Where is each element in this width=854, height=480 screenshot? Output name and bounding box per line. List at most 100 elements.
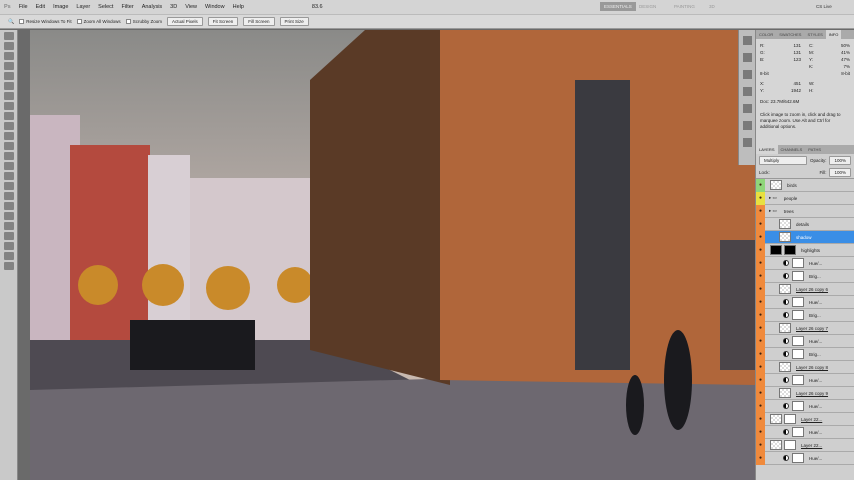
menu-image[interactable]: Image	[53, 4, 68, 10]
layer-row[interactable]: ● birds	[756, 178, 854, 192]
workspace-painting[interactable]: PAINTING	[670, 2, 699, 11]
dock-panel-icon-6[interactable]	[743, 138, 752, 147]
eye-icon[interactable]: ●	[756, 178, 765, 192]
tool-icon-18[interactable]	[4, 212, 14, 220]
layer-row[interactable]: ● ▸ ▭ trees	[756, 204, 854, 218]
layer-row[interactable]: ● Layer 22...	[756, 412, 854, 426]
eye-icon[interactable]: ●	[756, 243, 765, 257]
tool-icon-12[interactable]	[4, 152, 14, 160]
layer-row[interactable]: ● Layer 26 copy 7	[756, 321, 854, 335]
tab-color[interactable]: COLOR	[756, 30, 776, 39]
tab-swatches[interactable]: SWATCHES	[776, 30, 804, 39]
tab-paths[interactable]: PATHS	[805, 145, 824, 154]
tool-icon-16[interactable]	[4, 192, 14, 200]
menu-analysis[interactable]: Analysis	[142, 4, 162, 10]
eye-icon[interactable]: ●	[756, 386, 765, 400]
zoom-tool-icon[interactable]: 🔍	[8, 19, 14, 25]
eye-icon[interactable]: ●	[756, 321, 765, 335]
layer-row[interactable]: ● Hue/...	[756, 295, 854, 309]
eye-icon[interactable]: ●	[756, 256, 765, 270]
menu-3d[interactable]: 3D	[170, 4, 177, 10]
tool-icon-22[interactable]	[4, 252, 14, 260]
layer-row[interactable]: ● highlights	[756, 243, 854, 257]
dock-panel-icon-2[interactable]	[743, 70, 752, 79]
eye-icon[interactable]: ●	[756, 204, 765, 218]
tab-channels[interactable]: CHANNELS	[778, 145, 806, 154]
tool-icon-20[interactable]	[4, 232, 14, 240]
layer-row[interactable]: ● details	[756, 217, 854, 231]
tab-layers[interactable]: LAYERS	[756, 145, 778, 154]
eye-icon[interactable]: ●	[756, 425, 765, 439]
dock-panel-icon-4[interactable]	[743, 104, 752, 113]
tool-icon-5[interactable]	[4, 82, 14, 90]
scrubby-zoom-checkbox[interactable]: Scrubby Zoom	[125, 19, 162, 24]
dock-panel-icon-5[interactable]	[743, 121, 752, 130]
eye-icon[interactable]: ●	[756, 230, 765, 244]
menu-window[interactable]: Window	[205, 4, 225, 10]
eye-icon[interactable]: ●	[756, 360, 765, 374]
layer-row[interactable]: ● Layer 26 copy 9	[756, 386, 854, 400]
tool-icon-21[interactable]	[4, 242, 14, 250]
eye-icon[interactable]: ●	[756, 373, 765, 387]
opacity-input[interactable]: 100%	[829, 156, 851, 165]
tool-icon-1[interactable]	[4, 42, 14, 50]
tool-icon-0[interactable]	[4, 32, 14, 40]
tool-icon-13[interactable]	[4, 162, 14, 170]
menu-select[interactable]: Select	[98, 4, 113, 10]
tool-icon-6[interactable]	[4, 92, 14, 100]
menu-help[interactable]: Help	[233, 4, 244, 10]
actual-pixels-button[interactable]: Actual Pixels	[166, 17, 203, 26]
layer-row[interactable]: ● Layer 22...	[756, 438, 854, 452]
tool-icon-8[interactable]	[4, 112, 14, 120]
dock-panel-icon-0[interactable]	[743, 36, 752, 45]
tool-icon-19[interactable]	[4, 222, 14, 230]
workspace-essentials[interactable]: ESSENTIALS	[600, 2, 636, 11]
eye-icon[interactable]: ●	[756, 412, 765, 426]
layer-row[interactable]: ● Hue/...	[756, 373, 854, 387]
layer-row[interactable]: ● Brig...	[756, 269, 854, 283]
dock-panel-icon-1[interactable]	[743, 53, 752, 62]
tool-icon-2[interactable]	[4, 52, 14, 60]
tool-icon-10[interactable]	[4, 132, 14, 140]
zoom-all-checkbox[interactable]: Zoom All Windows	[76, 19, 121, 24]
tab-styles[interactable]: STYLES	[804, 30, 825, 39]
tool-icon-4[interactable]	[4, 72, 14, 80]
layer-row[interactable]: ● Hue/...	[756, 451, 854, 465]
zoom-level[interactable]: 83.6	[312, 4, 323, 10]
fill-input[interactable]: 100%	[829, 168, 851, 177]
tool-icon-3[interactable]	[4, 62, 14, 70]
layer-row[interactable]: ● Hue/...	[756, 399, 854, 413]
menu-layer[interactable]: Layer	[76, 4, 90, 10]
eye-icon[interactable]: ●	[756, 308, 765, 322]
menu-view[interactable]: View	[185, 4, 197, 10]
tool-icon-7[interactable]	[4, 102, 14, 110]
layer-row[interactable]: ● Layer 26 copy 8	[756, 360, 854, 374]
tool-icon-9[interactable]	[4, 122, 14, 130]
tool-icon-15[interactable]	[4, 182, 14, 190]
cs-live-button[interactable]: CS Live	[812, 2, 836, 11]
layer-row[interactable]: ● Hue/...	[756, 256, 854, 270]
eye-icon[interactable]: ●	[756, 191, 765, 205]
fill-screen-button[interactable]: Fill Screen	[243, 17, 275, 26]
tab-info[interactable]: INFO	[825, 30, 842, 39]
dock-panel-icon-3[interactable]	[743, 87, 752, 96]
eye-icon[interactable]: ●	[756, 399, 765, 413]
menu-filter[interactable]: Filter	[121, 4, 133, 10]
blend-mode-select[interactable]: Multiply	[759, 156, 807, 165]
document-canvas[interactable]	[30, 30, 755, 480]
layer-row[interactable]: ● ▸ ▭ people	[756, 191, 854, 205]
layer-row[interactable]: ● shadow	[756, 230, 854, 244]
menu-file[interactable]: File	[19, 4, 28, 10]
tool-icon-23[interactable]	[4, 262, 14, 270]
print-size-button[interactable]: Print Size	[279, 17, 309, 26]
eye-icon[interactable]: ●	[756, 282, 765, 296]
resize-windows-checkbox[interactable]: Resize Windows To Fit	[19, 19, 72, 24]
tool-icon-17[interactable]	[4, 202, 14, 210]
layer-row[interactable]: ● Hue/...	[756, 425, 854, 439]
eye-icon[interactable]: ●	[756, 451, 765, 465]
workspace-design[interactable]: DESIGN	[635, 2, 660, 11]
eye-icon[interactable]: ●	[756, 334, 765, 348]
layer-row[interactable]: ● Brig...	[756, 308, 854, 322]
workspace-3d[interactable]: 3D	[705, 2, 719, 11]
layer-row[interactable]: ● Layer 26 copy 6	[756, 282, 854, 296]
